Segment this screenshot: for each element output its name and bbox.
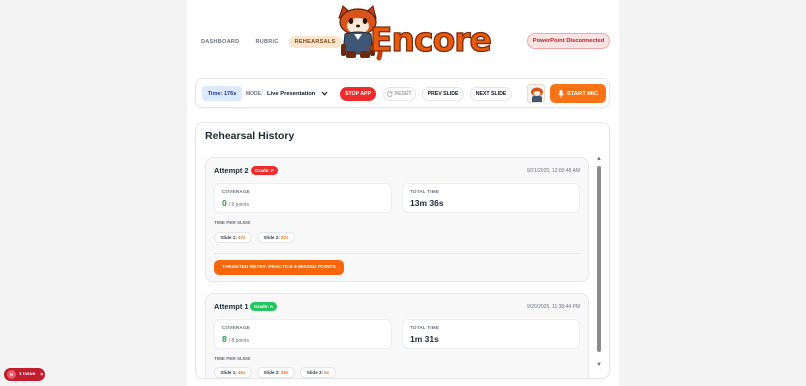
slide-time-chip: Slide 2: 38s — [257, 367, 295, 378]
coverage-stat: COVERAGE 0/ 9 points — [214, 183, 392, 213]
coverage-stat: COVERAGE 8/ 8 points — [214, 319, 392, 349]
mode-select[interactable]: Live Presentation — [264, 86, 330, 101]
issues-count: 1 Issue — [19, 372, 36, 377]
top-nav: DASHBOARD RUBRIC REHEARSALS — [195, 36, 342, 48]
time-per-slide-label: TIME PER SLIDE — [214, 356, 251, 361]
refresh-icon — [387, 91, 393, 97]
rehearsal-history-panel: Rehearsal History Attempt 2 Grade: F 9/2… — [195, 122, 610, 379]
total-time-value: 1m 31s — [410, 334, 439, 344]
slide-time-chip: Slide 3: 5s — [300, 367, 336, 378]
control-toolbar: Time: 176s MODE: Live Presentation STOP … — [195, 78, 610, 108]
nav-rubric[interactable]: RUBRIC — [249, 36, 284, 48]
total-time-stat: TOTAL TIME 1m 31s — [402, 319, 580, 349]
total-time-label: TOTAL TIME — [410, 325, 440, 330]
nav-dashboard[interactable]: DASHBOARD — [195, 36, 245, 48]
slide-time-chip: Slide 1: 47s — [214, 232, 252, 243]
history-scrollbar[interactable]: ▲ ▼ — [596, 156, 602, 374]
coverage-total: / 8 points — [228, 338, 250, 344]
total-time-label: TOTAL TIME — [410, 189, 440, 194]
red-panda-avatar-icon — [531, 87, 543, 102]
coverage-value: 0/ 9 points — [222, 198, 250, 208]
coverage-value: 8/ 8 points — [222, 334, 250, 344]
history-title: Rehearsal History — [205, 130, 295, 142]
start-mic-label: START MIC — [566, 90, 599, 97]
slide-time-chip: Slide 2: 37s — [257, 232, 295, 243]
nextjs-logo-icon: N — [7, 370, 16, 379]
divider — [214, 253, 580, 254]
coverage-label: COVERAGE — [222, 325, 250, 330]
mode-label: MODE: — [246, 91, 263, 97]
time-per-slide-label: TIME PER SLIDE — [214, 220, 251, 225]
stop-app-button[interactable]: STOP APP — [340, 87, 376, 101]
attempt-title: Attempt 2 — [214, 166, 249, 175]
attempt-date: 9/21/2025, 12:00:48 AM — [526, 168, 580, 174]
grade-badge: Grade: A — [250, 302, 278, 311]
reset-button[interactable]: RESET — [383, 87, 416, 101]
chevron-down-icon — [321, 91, 328, 96]
timer-display: Time: 176s — [202, 86, 242, 101]
prev-slide-button[interactable]: PREV SLIDE — [422, 87, 464, 101]
scroll-up-icon[interactable]: ▲ — [596, 156, 602, 162]
coverage-label: COVERAGE — [222, 189, 250, 194]
mascot-avatar — [527, 84, 545, 103]
start-mic-button[interactable]: START MIC — [550, 84, 606, 103]
attempt-card: Attempt 1 Grade: A 9/20/2025, 11:38:44 P… — [205, 293, 589, 378]
total-time-value: 13m 36s — [410, 198, 444, 208]
microphone-icon — [558, 89, 564, 98]
app-title: Encore — [369, 19, 492, 59]
powerpoint-status-badge: PowerPoint Disconnected — [527, 33, 610, 49]
next-slide-button[interactable]: NEXT SLIDE — [470, 87, 512, 101]
scroll-down-icon[interactable]: ▼ — [596, 362, 602, 368]
attempt-card: Attempt 2 Grade: F 9/21/2025, 12:00:48 A… — [205, 157, 589, 282]
mode-select-value: Live Presentation — [267, 90, 316, 97]
grade-badge: Grade: F — [251, 166, 278, 175]
scrollbar-thumb[interactable] — [597, 166, 601, 352]
reset-label: RESET — [394, 91, 412, 97]
total-time-stat: TOTAL TIME 13m 36s — [402, 183, 580, 213]
coverage-total: / 9 points — [228, 202, 250, 208]
issues-badge[interactable]: N 1 Issue × — [4, 368, 45, 381]
attempt-title: Attempt 1 — [214, 302, 249, 311]
close-icon[interactable]: × — [40, 372, 43, 378]
slide-time-chip: Slide 1: 46s — [214, 367, 252, 378]
targeted-retry-button[interactable]: TARGETED RETRY: PRACTICE 9 MISSED POINTS — [214, 260, 344, 275]
attempt-date: 9/20/2025, 11:38:44 PM — [526, 304, 580, 310]
